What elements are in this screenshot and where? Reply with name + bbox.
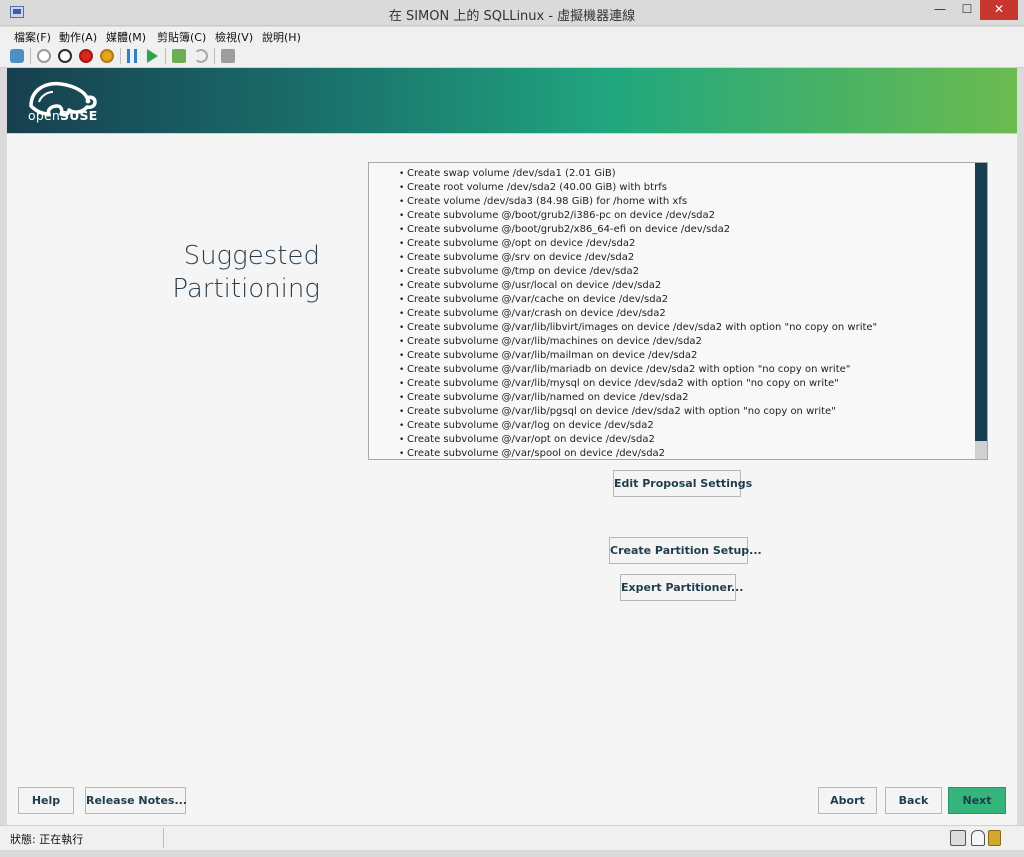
edit-proposal-settings-button[interactable]: Edit Proposal Settings (613, 470, 752, 497)
proposal-item: Create swap volume /dev/sda1 (2.01 GiB) (399, 167, 877, 181)
release-notes-button[interactable]: Release Notes... (85, 787, 187, 814)
window-frame-bottom (0, 850, 1024, 857)
menu-action[interactable]: 動作(A) (59, 29, 97, 45)
brand-name: SUSE (60, 108, 98, 123)
partition-proposal-list[interactable]: Create swap volume /dev/sda1 (2.01 GiB) … (368, 162, 988, 460)
proposal-item: Create subvolume @/var/lib/named on devi… (399, 391, 877, 405)
proposal-items: Create swap volume /dev/sda1 (2.01 GiB) … (399, 167, 877, 459)
keyboard-icon (950, 830, 966, 846)
heading-line: Partitioning (172, 274, 320, 304)
toolbar-separator (120, 48, 121, 64)
mouse-icon (971, 830, 985, 846)
menubar: 檔案(F) 動作(A) 媒體(M) 剪貼簿(C) 檢視(V) 說明(H) (0, 27, 1024, 45)
abort-button[interactable]: Abort (818, 787, 877, 814)
proposal-item: Create subvolume @/var/crash on device /… (399, 307, 877, 321)
revert-icon[interactable] (194, 49, 208, 63)
back-button[interactable]: Back (885, 787, 942, 814)
shutdown-icon[interactable] (79, 49, 93, 63)
proposal-item: Create subvolume @/var/opt on device /de… (399, 433, 877, 447)
next-button[interactable]: Next (948, 787, 1006, 814)
vm-status-text: 狀態: 正在執行 (10, 833, 84, 846)
checkpoint-icon[interactable] (172, 49, 186, 63)
help-button[interactable]: Help (18, 787, 74, 814)
menu-clipboard[interactable]: 剪貼簿(C) (157, 29, 206, 45)
window-titlebar: 在 SIMON 上的 SQLLinux - 虛擬機器連線 — ☐ ✕ (0, 0, 1024, 26)
proposal-item: Create subvolume @/var/log on device /de… (399, 419, 877, 433)
brand-prefix: open (28, 108, 60, 123)
close-button[interactable]: ✕ (980, 0, 1018, 20)
start-icon[interactable] (37, 49, 51, 63)
proposal-item: Create subvolume @/boot/grub2/x86_64-efi… (399, 223, 877, 237)
enhanced-session-icon[interactable] (221, 49, 235, 63)
proposal-item: Create subvolume @/var/lib/mariadb on de… (399, 363, 877, 377)
proposal-item: Create subvolume @/opt on device /dev/sd… (399, 237, 877, 251)
window-frame-left (0, 68, 7, 825)
heading-line: Suggested (183, 241, 320, 271)
toolbar-separator (30, 48, 31, 64)
proposal-item: Create subvolume @/var/spool on device /… (399, 447, 877, 459)
scrollbar-thumb[interactable] (975, 163, 987, 441)
proposal-item: Create subvolume @/var/lib/machines on d… (399, 335, 877, 349)
menu-media[interactable]: 媒體(M) (106, 29, 146, 45)
list-scrollbar[interactable] (975, 163, 987, 459)
opensuse-wordmark: openSUSE (28, 108, 98, 123)
proposal-item: Create subvolume @/var/lib/libvirt/image… (399, 321, 877, 335)
save-icon[interactable] (100, 49, 114, 63)
expert-partitioner-button[interactable]: Expert Partitioner... (620, 574, 743, 601)
proposal-item: Create subvolume @/var/lib/mailman on de… (399, 349, 877, 363)
pause-icon[interactable] (127, 49, 137, 63)
menu-help[interactable]: 說明(H) (262, 29, 301, 45)
ctrl-alt-del-icon[interactable] (10, 49, 24, 63)
proposal-item: Create root volume /dev/sda2 (40.00 GiB)… (399, 181, 877, 195)
proposal-item: Create subvolume @/var/lib/mysql on devi… (399, 377, 877, 391)
proposal-item: Create subvolume @/boot/grub2/i386-pc on… (399, 209, 877, 223)
proposal-item: Create subvolume @/tmp on device /dev/sd… (399, 265, 877, 279)
proposal-item: Create subvolume @/srv on device /dev/sd… (399, 251, 877, 265)
window-title: 在 SIMON 上的 SQLLinux - 虛擬機器連線 (388, 9, 636, 24)
proposal-item: Create subvolume @/var/cache on device /… (399, 293, 877, 307)
maximize-button[interactable]: ☐ (954, 0, 980, 20)
menu-file[interactable]: 檔案(F) (14, 29, 51, 45)
statusbar-divider (163, 828, 164, 848)
installer-banner: openSUSE (7, 68, 1017, 134)
proposal-item: Create subvolume @/var/lib/pgsql on devi… (399, 405, 877, 419)
toolbar (0, 45, 1024, 68)
turn-off-icon[interactable] (58, 49, 72, 63)
toolbar-separator (214, 48, 215, 64)
menu-view[interactable]: 檢視(V) (215, 29, 253, 45)
toolbar-separator (165, 48, 166, 64)
proposal-item: Create subvolume @/usr/local on device /… (399, 279, 877, 293)
minimize-button[interactable]: — (926, 0, 954, 20)
create-partition-setup-button[interactable]: Create Partition Setup... (609, 537, 762, 564)
proposal-item: Create volume /dev/sda3 (84.98 GiB) for … (399, 195, 877, 209)
lock-icon (988, 830, 1001, 846)
vm-screen[interactable]: openSUSE Suggested Partitioning Create s… (7, 68, 1017, 825)
resume-icon[interactable] (147, 49, 158, 63)
window-frame-right (1017, 68, 1024, 825)
statusbar: 狀態: 正在執行 (0, 825, 1024, 850)
page-heading: Suggested Partitioning (147, 240, 320, 306)
